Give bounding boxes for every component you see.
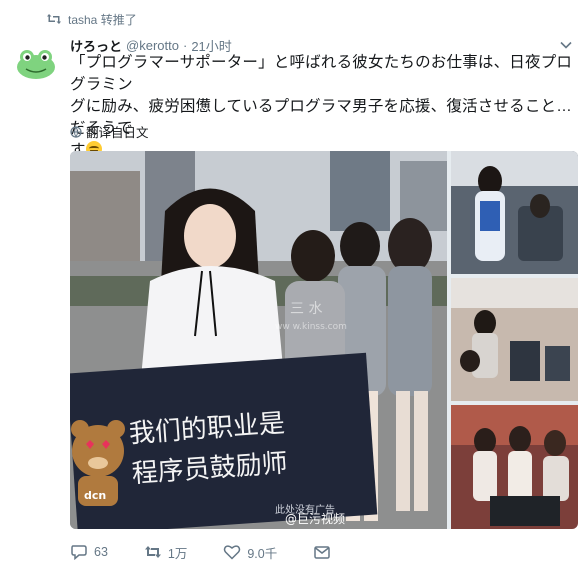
retweet-button[interactable]: 1万 [144,543,187,562]
reply-count: 63 [94,545,108,559]
site-watermark-bottom: ww w.kinss.com [275,322,347,332]
site-watermark-top: 三 水 [290,301,322,317]
tweet-text: 「プログラマーサポーター」と呼ばれる彼女たちのお仕事は、日夜プログラミン グに励… [70,52,578,162]
translate-link[interactable]: 翻译自日文 [70,122,149,141]
direct-message-button[interactable] [313,544,331,560]
envelope-icon [314,546,330,559]
heart-icon [224,545,241,560]
retweet-icon [144,546,161,558]
mascot-bear-icon: dcn [71,420,125,506]
mascot-label: dcn [84,489,106,502]
tweet[interactable]: tasha 转推了 けろっと @kerotto · 21小时 「プログラマーサポ… [0,0,587,577]
globe-icon [70,125,82,138]
side-photo-bottom[interactable] [451,405,578,529]
source-watermark: @巨污视频 [285,511,345,526]
tweet-media[interactable]: 我们的职业是 程序员鼓励师 此处没有广告 dcn @巨污视频 三 水 ww w.… [70,151,578,529]
tweet-actions: 63 1万 9.0千 [70,542,367,562]
retweet-count: 1万 [167,546,188,561]
frog-avatar-icon [17,50,55,79]
like-count: 9.0千 [247,546,278,561]
translate-label: 翻译自日文 [86,126,149,140]
main-photo[interactable]: 我们的职业是 程序员鼓励师 此处没有广告 dcn @巨污视频 三 水 ww w.… [70,151,447,529]
retweet-icon [47,14,61,24]
side-photo-top[interactable] [451,151,578,274]
chevron-down-icon[interactable] [559,38,573,52]
avatar[interactable] [14,40,58,84]
reply-button[interactable]: 63 [70,544,108,560]
tweet-text-line: 「プログラマーサポーター」と呼ばれる彼女たちのお仕事は、日夜プログラミン [70,54,573,93]
user-handle[interactable]: @kerotto [126,38,179,53]
separator-dot: · [182,37,188,53]
like-button[interactable]: 9.0千 [223,543,277,562]
retweet-context: tasha 转推了 [46,10,137,28]
side-photo-middle[interactable] [451,278,578,401]
retweet-text[interactable]: tasha 转推了 [68,11,137,28]
reply-icon [71,545,87,560]
